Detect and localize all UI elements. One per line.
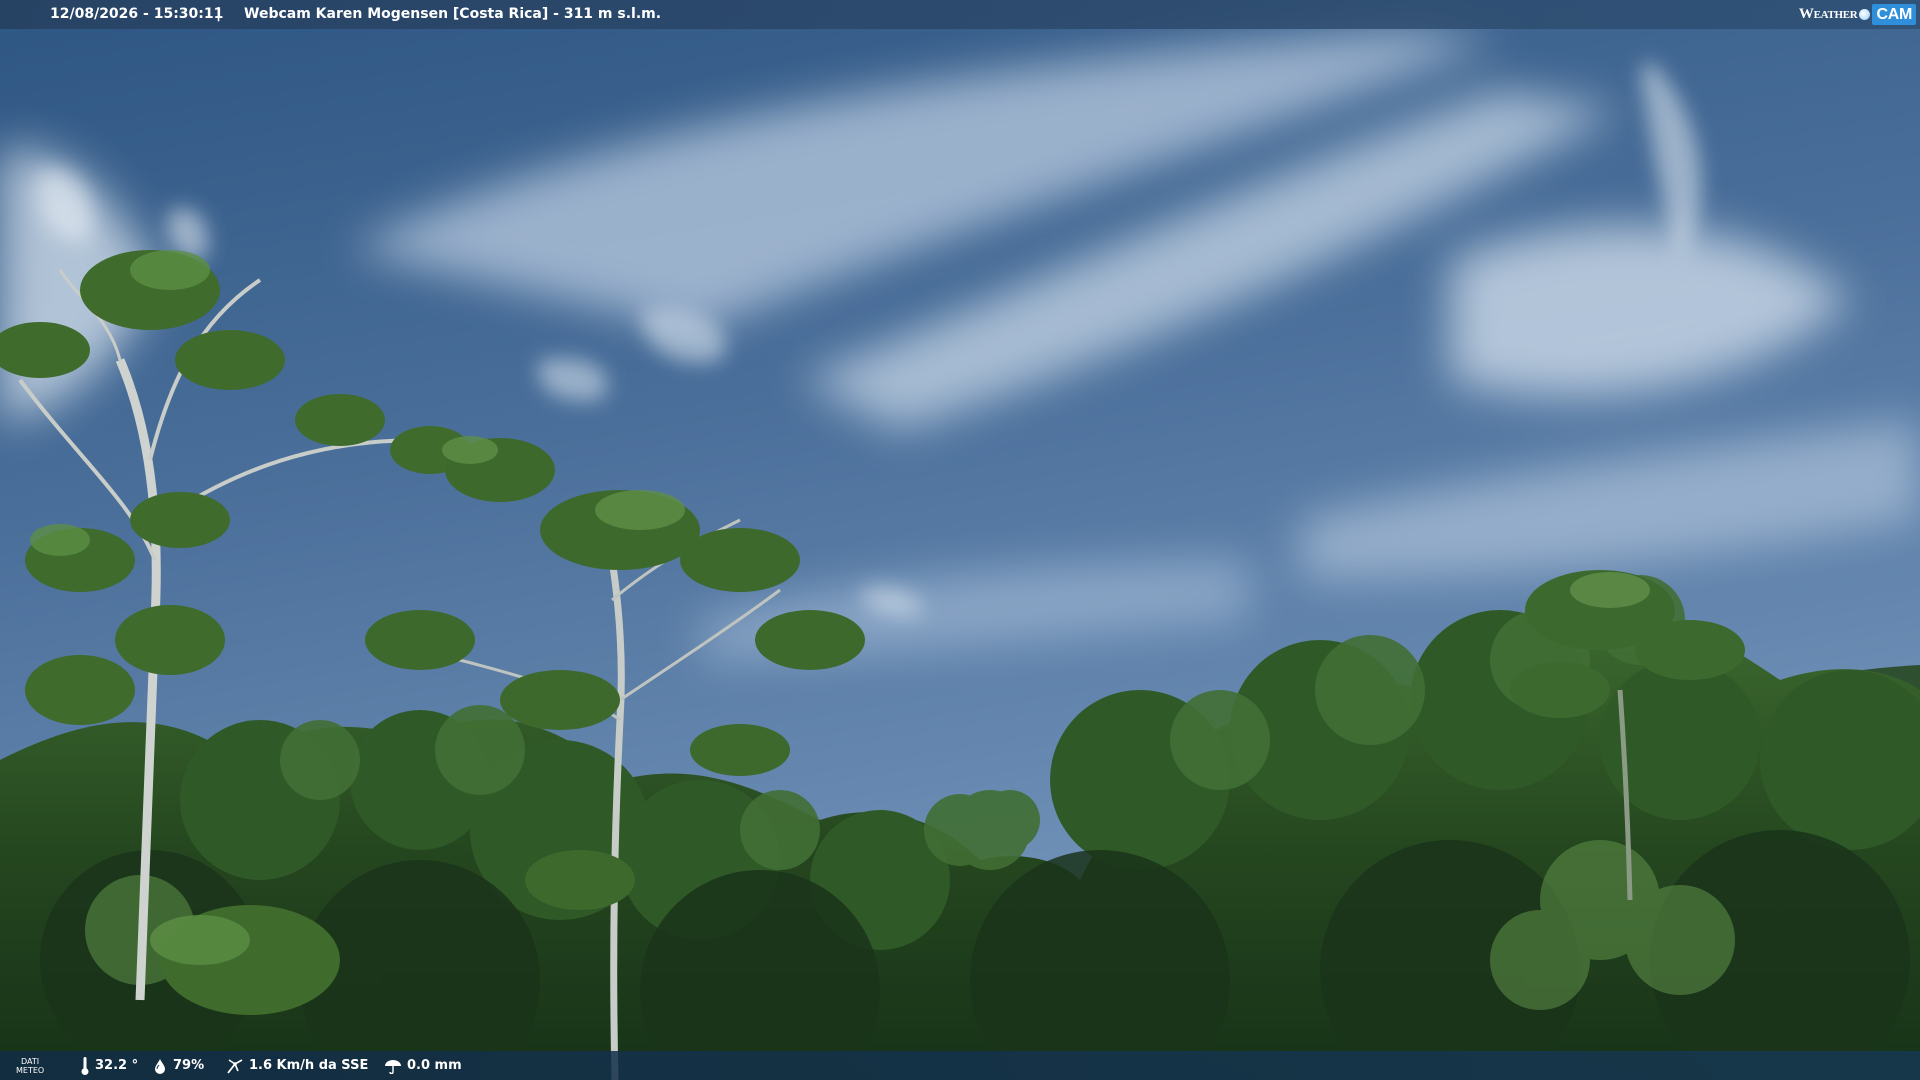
weather-data-label: DATI METEO <box>16 1051 44 1080</box>
humidity-value: 79% <box>173 1058 205 1073</box>
temperature-value: 32.2 ° <box>95 1058 139 1073</box>
label-line-1: DATI <box>21 1056 40 1066</box>
logo-sun-icon <box>1859 9 1871 20</box>
logo-cam-text: CAM <box>1872 4 1916 25</box>
info-bar: 12/08/2026 - 15:30:11 | Webcam Karen Mog… <box>0 0 1920 29</box>
wind-value: 1.6 Km/h da SSE <box>249 1058 369 1073</box>
webcam-image <box>0 0 1920 1080</box>
separator: | <box>216 6 222 22</box>
label-line-2: METEO <box>16 1065 45 1075</box>
drop-icon <box>155 1058 165 1074</box>
webcam-frame: 12/08/2026 - 15:30:11 | Webcam Karen Mog… <box>0 0 1920 1080</box>
logo-weather-text: Weather <box>1798 6 1858 22</box>
wind-icon <box>227 1058 243 1074</box>
weathercam-logo: Weather CAM <box>1799 3 1916 26</box>
thermometer-icon <box>81 1056 89 1075</box>
webcam-title: Webcam Karen Mogensen [Costa Rica] - 311… <box>244 6 662 22</box>
rain-reading: 0.0 mm <box>384 1051 462 1080</box>
humidity-reading: 79% <box>152 1051 204 1080</box>
rain-gauge-icon <box>385 1059 401 1074</box>
temperature-reading: 32.2 ° <box>80 1051 138 1080</box>
weather-data-bar: DATI METEO 32.2 ° 79% 1.6 Km/h da SSE 0.… <box>0 1051 1920 1080</box>
wind-reading: 1.6 Km/h da SSE <box>226 1051 368 1080</box>
rain-value: 0.0 mm <box>407 1058 462 1073</box>
timestamp: 12/08/2026 - 15:30:11 <box>50 6 224 22</box>
